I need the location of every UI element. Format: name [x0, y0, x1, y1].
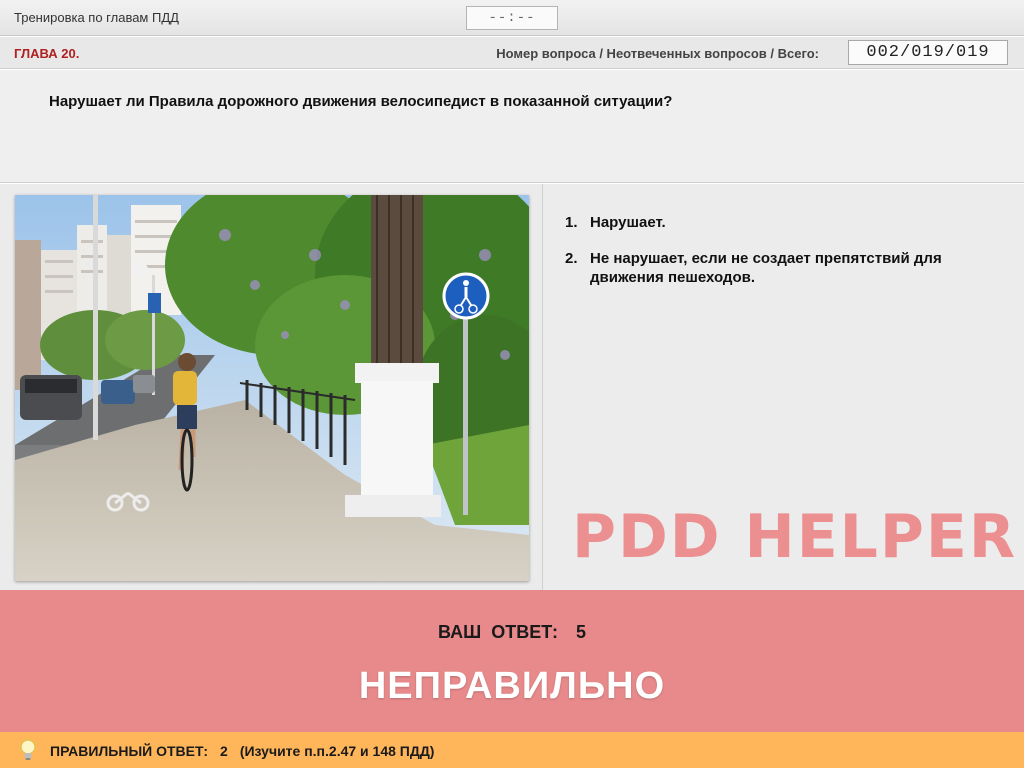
content-area: 1. Нарушает. 2. Не нарушает, если не соз…: [0, 184, 1024, 590]
study-hint: (Изучите п.п.2.47 и 148 ПДД): [239, 743, 435, 759]
answer-option-2[interactable]: 2. Не нарушает, если не создает препятст…: [565, 249, 1005, 287]
question-area: Нарушает ли Правила дорожного движения в…: [0, 70, 1024, 183]
correct-answer-value: 2: [220, 743, 228, 759]
verdict-text: НЕПРАВИЛЬНО: [358, 665, 666, 707]
your-answer-line: ВАШ ОТВЕТ: 5: [0, 622, 1024, 643]
question-text: Нарушает ли Правила дорожного движения в…: [49, 93, 673, 110]
your-answer-label: ВАШ ОТВЕТ:: [438, 622, 558, 642]
answer-text: Не нарушает, если не создает препятствий…: [590, 250, 942, 286]
answer-option-1[interactable]: 1. Нарушает.: [565, 213, 1005, 232]
lightbulb-icon: [20, 739, 36, 760]
chapter-label: ГЛАВА 20.: [14, 46, 80, 61]
correct-answer-bar: ПРАВИЛЬНЫЙ ОТВЕТ: 2 (Изучите п.п.2.47 и 14…: [0, 732, 1024, 768]
answer-text: Нарушает.: [590, 214, 666, 231]
answers-list: 1. Нарушает. 2. Не нарушает, если не соз…: [565, 213, 1005, 304]
correct-answer-text: ПРАВИЛЬНЫЙ ОТВЕТ: 2 (Изучите п.п.2.47 и 14…: [50, 743, 434, 759]
cyclist-photo-illustration: [15, 195, 529, 581]
result-panel: ВАШ ОТВЕТ: 5 НЕПРАВИЛЬНО: [0, 590, 1024, 732]
answer-number: 2.: [565, 250, 578, 267]
title-bar: Тренировка по главам ПДД --:--: [0, 0, 1024, 36]
correct-answer-label: ПРАВИЛЬНЫЙ ОТВЕТ:: [50, 743, 209, 759]
answer-number: 1.: [565, 214, 578, 231]
app-title: Тренировка по главам ПДД: [14, 10, 179, 25]
info-bar: ГЛАВА 20. Номер вопроса / Неотвеченных в…: [0, 37, 1024, 69]
your-answer-value: 5: [575, 622, 586, 642]
timer-display: --:--: [466, 6, 558, 30]
watermark-logo: PDD HELPER: [572, 502, 1018, 572]
photo-panel: [0, 184, 543, 590]
question-counter-label: Номер вопроса / Неотвеченных вопросов / …: [496, 46, 819, 61]
question-photo: [15, 195, 529, 581]
question-counter: 002/019/019: [848, 40, 1008, 65]
